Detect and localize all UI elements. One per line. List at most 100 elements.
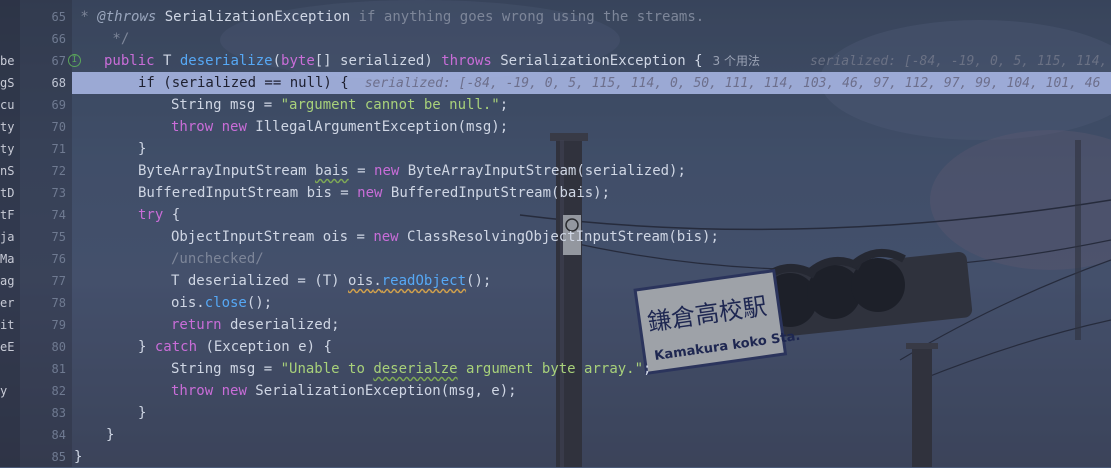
parameter: serialized <box>340 53 425 69</box>
line-number-current[interactable]: 68 <box>20 72 66 94</box>
code-line[interactable]: */ <box>72 28 1111 50</box>
line-number[interactable]: 69 <box>20 94 66 116</box>
line-number[interactable]: 82 <box>20 380 66 402</box>
code-line[interactable]: ois.close(); <box>72 292 1111 314</box>
line-number[interactable]: 72 <box>20 160 66 182</box>
code-text: deserialized; <box>221 317 340 333</box>
variable-warning[interactable]: bais <box>315 163 349 179</box>
structure-item[interactable]: Ma <box>0 248 20 270</box>
javadoc-text: if anything goes wrong using the streams… <box>350 9 705 25</box>
code-text: BufferedInputStream(bais); <box>382 185 611 201</box>
code-text: ois = <box>314 229 374 245</box>
code-text: } <box>138 405 147 421</box>
line-number[interactable]: 65 <box>20 6 66 28</box>
code-text: ) <box>424 53 442 69</box>
code-line[interactable]: } <box>72 402 1111 424</box>
structure-item[interactable]: er <box>0 292 20 314</box>
structure-item[interactable]: ty <box>0 116 20 138</box>
structure-item[interactable]: cu <box>0 94 20 116</box>
structure-item[interactable]: ag <box>0 270 20 292</box>
structure-item[interactable]: nS <box>0 160 20 182</box>
code-text: [] <box>314 53 341 69</box>
structure-item[interactable]: tD <box>0 182 20 204</box>
code-editor[interactable]: * @throws SerializationException if anyt… <box>72 0 1111 467</box>
keyword: if <box>138 75 155 91</box>
keyword: new <box>373 229 399 245</box>
method-call[interactable]: close <box>205 295 247 311</box>
structure-item[interactable]: gS <box>0 72 20 94</box>
usages-hint[interactable]: 3 个用法 <box>713 54 760 68</box>
structure-item[interactable]: it <box>0 314 20 336</box>
method-call[interactable]: readObject <box>382 273 466 289</box>
code-line[interactable]: String msg = "argument cannot be null."; <box>72 94 1111 116</box>
line-number[interactable]: 71 <box>20 138 66 160</box>
code-text: SerializationException(msg, e); <box>246 383 517 399</box>
code-text: bis = <box>298 185 358 201</box>
code-line[interactable]: BufferedInputStream bis = new BufferedIn… <box>72 182 1111 204</box>
code-line[interactable]: } <box>72 424 1111 446</box>
method-name[interactable]: deserialize <box>180 53 273 69</box>
code-line[interactable]: return deserialized; <box>72 314 1111 336</box>
string-typo[interactable]: deserialze <box>373 361 457 377</box>
structure-item[interactable]: be <box>0 50 20 72</box>
code-line[interactable]: } catch (Exception e) { <box>72 336 1111 358</box>
code-line[interactable]: * @throws SerializationException if anyt… <box>72 6 1111 28</box>
type-name: BufferedInputStream <box>138 185 299 201</box>
line-number[interactable]: 81 <box>20 358 66 380</box>
code-line[interactable]: ByteArrayInputStream bais = new ByteArra… <box>72 160 1111 182</box>
variable-warning[interactable]: ois <box>348 273 373 289</box>
code-text: . <box>373 273 382 289</box>
code-line[interactable]: T deserialized = (T) ois.readObject(); <box>72 270 1111 292</box>
structure-item[interactable] <box>0 358 20 380</box>
code-line[interactable]: /unchecked/ <box>72 248 1111 270</box>
line-number[interactable]: 84 <box>20 424 66 446</box>
code-text: ( <box>272 53 282 69</box>
line-number[interactable]: 73 <box>20 182 66 204</box>
inline-debug-value: serialized: [-84, -19, 0, 5, 115, 114, 0 <box>809 54 1111 69</box>
code-line[interactable]: String msg = "Unable to deserialze argum… <box>72 358 1111 380</box>
structure-item[interactable]: tF <box>0 204 20 226</box>
code-line[interactable]: throw new SerializationException(msg, e)… <box>72 380 1111 402</box>
current-execution-line[interactable]: if (serialized == null) {serialized: [-8… <box>72 72 1111 94</box>
type-name: String <box>171 97 222 113</box>
line-number[interactable]: 66 <box>20 28 66 50</box>
keyword: throw <box>171 119 214 135</box>
line-number[interactable]: 83 <box>20 402 66 424</box>
line-number[interactable]: 85 <box>20 446 66 468</box>
line-number[interactable]: 76 <box>20 248 66 270</box>
code-text: T deserialized = (T) <box>171 273 349 289</box>
keyword: new <box>357 185 383 201</box>
structure-panel-sliver[interactable]: be gS cu ty ty nS tD tF ja Ma ag er it e… <box>0 0 20 467</box>
line-number[interactable]: 78 <box>20 292 66 314</box>
code-line[interactable]: public T deserialize(byte[] serialized) … <box>72 50 1111 72</box>
line-number[interactable]: 67 <box>20 50 66 72</box>
inline-debug-value: serialized: [-84, -19, 0, 5, 115, 114, 0… <box>364 76 1101 91</box>
comment-star: * <box>72 9 98 25</box>
structure-item[interactable]: eE <box>0 336 20 358</box>
line-number[interactable]: 70 <box>20 116 66 138</box>
keyword: return <box>171 317 222 333</box>
code-line[interactable]: try { <box>72 204 1111 226</box>
code-text: = <box>348 163 375 179</box>
code-text: ; <box>499 97 509 113</box>
code-line[interactable]: throw new IllegalArgumentException(msg); <box>72 116 1111 138</box>
code-line[interactable]: ObjectInputStream ois = new ClassResolvi… <box>72 226 1111 248</box>
code-text: ClassResolvingObjectInputStream(bis); <box>398 229 719 245</box>
keyword: new <box>213 119 247 135</box>
code-line[interactable]: } <box>72 138 1111 160</box>
type-name: ObjectInputStream <box>171 229 315 245</box>
line-number-gutter[interactable]: 65 66 67 68 69 70 71 72 73 74 75 76 77 7… <box>20 0 81 468</box>
structure-item[interactable]: y <box>0 380 20 402</box>
code-text: (); <box>246 295 273 311</box>
line-number[interactable]: 75 <box>20 226 66 248</box>
structure-item[interactable]: ja <box>0 226 20 248</box>
code-text: msg = <box>221 97 281 113</box>
line-number[interactable]: 77 <box>20 270 66 292</box>
line-number[interactable]: 74 <box>20 204 66 226</box>
line-number[interactable]: 79 <box>20 314 66 336</box>
structure-item[interactable]: ty <box>0 138 20 160</box>
code-line[interactable]: } <box>72 446 1111 468</box>
code-text: T <box>154 53 180 69</box>
line-number[interactable]: 80 <box>20 336 66 358</box>
keyword: try <box>138 207 164 223</box>
